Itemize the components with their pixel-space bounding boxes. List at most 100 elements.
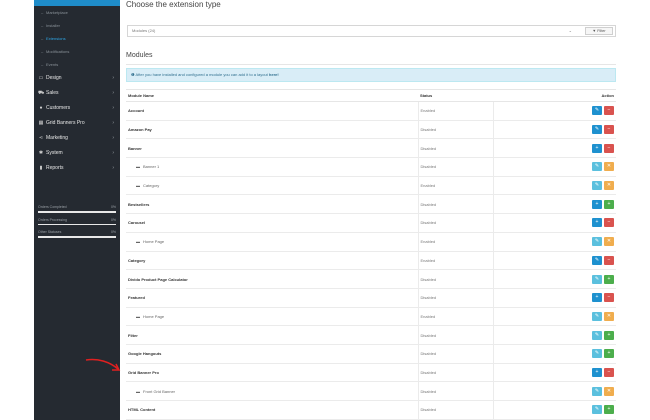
- sidebar-item-customers[interactable]: ● Customers ›: [34, 101, 120, 116]
- module-name-cell: Grid Banner Pro: [126, 363, 418, 383]
- sidebar-item-label: Design: [46, 75, 62, 81]
- folder-icon: ▬: [136, 388, 140, 394]
- module-name-cell: Banner: [126, 138, 418, 159]
- module-name: HTML Content: [128, 407, 156, 413]
- col-header-name[interactable]: Module Name: [126, 89, 418, 102]
- chevron-right-icon: ›: [112, 165, 114, 171]
- delete-button[interactable]: ✕: [604, 386, 614, 396]
- edit-button[interactable]: ✎: [592, 237, 602, 247]
- pencil-icon: ✎: [594, 107, 600, 114]
- dash-icon: –: [41, 49, 44, 54]
- main-content: Choose the extension type Modules (24) ⌄…: [120, 0, 650, 420]
- add-button[interactable]: +: [592, 199, 602, 209]
- uninstall-button[interactable]: −: [604, 143, 614, 153]
- filter-icon: ▼: [592, 29, 597, 33]
- uninstall-button[interactable]: −: [604, 293, 614, 303]
- status-cell: Disabled: [417, 269, 493, 289]
- edit-button[interactable]: ✎: [592, 311, 602, 321]
- grid-icon: ▦: [38, 120, 44, 126]
- install-button[interactable]: +: [604, 199, 614, 209]
- add-button[interactable]: +: [592, 218, 602, 228]
- install-button[interactable]: +: [604, 330, 614, 340]
- sidebar-subitem-label: Extensions: [46, 36, 66, 41]
- table-row: Google Hangouts Disabled ✎ +: [126, 344, 616, 364]
- dash-icon: –: [41, 23, 44, 28]
- sidebar-item-label: Marketing: [46, 135, 68, 141]
- edit-button[interactable]: ✎: [592, 330, 602, 340]
- plus-circle-icon: +: [595, 219, 599, 226]
- chevron-right-icon: ›: [112, 150, 114, 156]
- table-row: Category Enabled ✎ −: [126, 251, 616, 271]
- add-button[interactable]: +: [592, 143, 602, 153]
- module-name: Amazon Pay: [128, 127, 152, 133]
- modules-table: Module Name Status Action Account Enabled…: [126, 89, 616, 420]
- folder-icon: ▬: [136, 313, 140, 319]
- sidebar-item-label: System: [46, 150, 63, 156]
- add-button[interactable]: +: [592, 293, 602, 303]
- info-link[interactable]: here!: [269, 72, 279, 77]
- dash-icon: –: [41, 62, 44, 67]
- install-button[interactable]: +: [604, 405, 614, 415]
- delete-button[interactable]: ✕: [604, 311, 614, 321]
- sidebar-item-sales[interactable]: ⛟ Sales ›: [34, 86, 120, 101]
- module-name-cell: ▬ Category: [126, 176, 418, 196]
- table-row: Amazon Pay Disabled ✎ −: [126, 120, 616, 140]
- sidebar-item-reports[interactable]: ▮ Reports ›: [34, 161, 120, 176]
- delete-button[interactable]: ✕: [604, 181, 614, 191]
- module-name-cell: HTML Content: [126, 400, 418, 420]
- extension-type-select[interactable]: Modules (24) ⌄ ▼ Filter: [127, 25, 616, 37]
- module-name-cell: ▬ Home Page: [126, 307, 418, 327]
- table-row: ▬ Home Page Enabled ✎ ✕: [126, 307, 616, 327]
- sidebar-item-marketing[interactable]: ⋖ Marketing ›: [34, 131, 120, 146]
- action-cell: ✎ +: [492, 269, 616, 289]
- edit-button[interactable]: ✎: [592, 162, 602, 172]
- chevron-down-icon: ⌄: [568, 28, 572, 33]
- desktop-icon: ▭: [38, 75, 44, 81]
- delete-button[interactable]: ✕: [604, 237, 614, 247]
- uninstall-button[interactable]: −: [604, 218, 614, 228]
- install-button[interactable]: +: [604, 349, 614, 359]
- action-cell: ✎ +: [492, 400, 616, 420]
- plus-circle-icon: +: [607, 200, 611, 207]
- filter-button[interactable]: ▼ Filter: [585, 27, 613, 35]
- folder-icon: ▬: [136, 183, 140, 189]
- sidebar-subitem-events[interactable]: – Events: [34, 58, 120, 71]
- col-header-status[interactable]: Status: [418, 89, 493, 102]
- edit-button[interactable]: ✎: [592, 106, 602, 116]
- order-stats-panel: Orders Completed 0% Orders Processing 0% Oth…: [34, 204, 120, 238]
- install-button[interactable]: +: [604, 274, 614, 284]
- sidebar-subitem-modifications[interactable]: – Modifications: [34, 45, 120, 58]
- edit-button[interactable]: ✎: [592, 386, 602, 396]
- edit-button[interactable]: ✎: [592, 405, 602, 415]
- sidebar-item-grid-banners-pro[interactable]: ▦ Grid Banners Pro ›: [34, 116, 120, 131]
- plus-circle-icon: +: [607, 275, 611, 282]
- pencil-icon: ✎: [594, 256, 600, 263]
- delete-button[interactable]: ✕: [604, 162, 614, 172]
- stat-value: 0%: [110, 205, 116, 209]
- module-name-cell: Carousel: [126, 213, 418, 233]
- module-name: Category: [128, 257, 146, 263]
- edit-button[interactable]: ✎: [592, 255, 602, 265]
- uninstall-button[interactable]: −: [604, 106, 614, 116]
- uninstall-button[interactable]: −: [604, 255, 614, 265]
- col-header-action: Action: [493, 89, 616, 102]
- uninstall-button[interactable]: −: [604, 125, 614, 135]
- user-icon: ●: [39, 105, 43, 111]
- table-row: Account Enabled ✎ −: [126, 101, 616, 121]
- status-cell: Disabled: [417, 400, 493, 420]
- module-name: Featured: [128, 295, 145, 301]
- status-cell: Disabled: [417, 363, 493, 383]
- sidebar-subitem-installer[interactable]: – Installer: [34, 19, 120, 32]
- edit-button[interactable]: ✎: [592, 274, 602, 284]
- add-button[interactable]: +: [592, 367, 602, 377]
- module-name-cell: Category: [126, 251, 418, 271]
- sidebar-subitem-marketplace[interactable]: – Marketplace: [34, 6, 120, 19]
- sidebar-subitem-extensions[interactable]: – Extensions: [34, 32, 120, 45]
- edit-button[interactable]: ✎: [592, 181, 602, 191]
- sidebar-item-system[interactable]: ✱ System ›: [34, 146, 120, 161]
- sidebar-item-label: Sales: [46, 90, 59, 96]
- sidebar-item-design[interactable]: ▭ Design ›: [34, 71, 120, 86]
- uninstall-button[interactable]: −: [604, 367, 614, 377]
- edit-button[interactable]: ✎: [592, 349, 602, 359]
- edit-button[interactable]: ✎: [592, 125, 602, 135]
